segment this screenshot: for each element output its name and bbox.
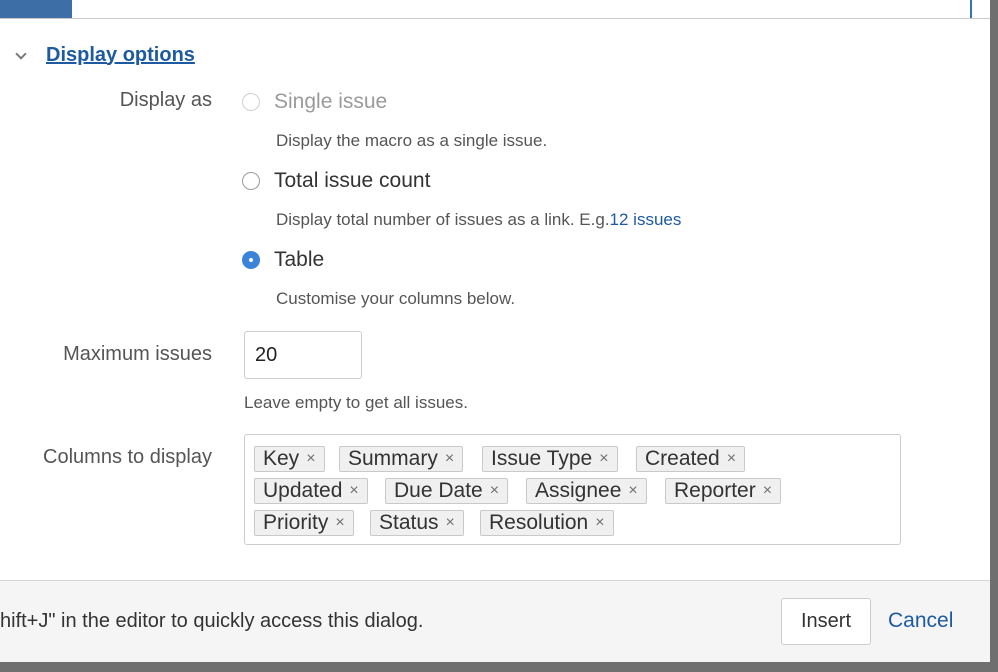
tag-label: Assignee: [535, 479, 622, 502]
macro-dialog: Display options Display as Single issue …: [0, 0, 990, 662]
remove-tag-icon[interactable]: ×: [446, 514, 455, 532]
remove-tag-icon[interactable]: ×: [763, 482, 772, 500]
column-tag-status: Status ×: [370, 510, 464, 536]
example-issues-link[interactable]: 12 issues: [610, 210, 682, 229]
radio-single-issue-button[interactable]: [242, 93, 260, 111]
column-tag-summary: Summary ×: [339, 446, 464, 472]
remove-tag-icon[interactable]: ×: [306, 450, 315, 468]
radio-single-issue[interactable]: Single issue: [242, 89, 387, 115]
radio-total-issue-count-button[interactable]: [242, 172, 260, 190]
chevron-down-icon[interactable]: [16, 50, 26, 60]
total-issue-count-description: Display total number of issues as a link…: [276, 210, 681, 230]
tag-label: Reporter: [674, 479, 756, 502]
display-options-link[interactable]: Display options: [46, 44, 195, 67]
column-tag-resolution: Resolution ×: [480, 510, 614, 536]
columns-to-display-label: Columns to display: [43, 446, 212, 468]
column-tag-assignee: Assignee ×: [526, 478, 647, 504]
column-tag-key: Key ×: [254, 446, 325, 472]
dialog-footer: hift+J" in the editor to quickly access …: [0, 580, 990, 662]
columns-tag-input[interactable]: Key × Summary × Issue Type × Created × Updat…: [244, 434, 901, 545]
display-as-label: Display as: [119, 89, 212, 111]
tag-label: Priority: [263, 511, 329, 534]
tag-label: Issue Type: [491, 447, 593, 470]
column-tag-reporter: Reporter ×: [665, 478, 782, 504]
radio-total-issue-count-label: Total issue count: [274, 169, 431, 192]
radio-table-label: Table: [274, 248, 325, 271]
selected-macro-tab-edge[interactable]: [0, 0, 72, 18]
maximum-issues-label: Maximum issues: [63, 343, 212, 365]
table-description: Customise your columns below.: [276, 289, 516, 308]
maximum-issues-hint: Leave empty to get all issues.: [244, 393, 468, 412]
tag-label: Status: [379, 511, 439, 534]
tag-label: Resolution: [489, 511, 589, 534]
column-tag-priority: Priority ×: [254, 510, 354, 536]
keyboard-shortcut-tip: hift+J" in the editor to quickly access …: [0, 610, 424, 632]
insert-button[interactable]: Insert: [781, 598, 871, 645]
tag-label: Key: [263, 447, 300, 470]
radio-table-button[interactable]: [242, 251, 260, 269]
cancel-link[interactable]: Cancel: [888, 609, 953, 633]
maximum-issues-input[interactable]: [244, 331, 362, 379]
remove-tag-icon[interactable]: ×: [727, 450, 736, 468]
tag-label: Created: [645, 447, 720, 470]
remove-tag-icon[interactable]: ×: [349, 482, 358, 500]
tag-label: Updated: [263, 479, 343, 502]
display-options-toggle[interactable]: Display options: [16, 40, 195, 70]
remove-tag-icon[interactable]: ×: [490, 482, 499, 500]
tag-label: Due Date: [394, 479, 483, 502]
remove-tag-icon[interactable]: ×: [445, 450, 454, 468]
radio-single-issue-label: Single issue: [274, 90, 388, 113]
tag-label: Summary: [348, 447, 438, 470]
dialog-top-strip: [0, 0, 990, 19]
remove-tag-icon[interactable]: ×: [595, 514, 604, 532]
panel-border: [970, 0, 972, 18]
remove-tag-icon[interactable]: ×: [335, 514, 344, 532]
single-issue-description: Display the macro as a single issue.: [276, 131, 548, 150]
remove-tag-icon[interactable]: ×: [628, 482, 637, 500]
remove-tag-icon[interactable]: ×: [599, 450, 608, 468]
column-tag-due-date: Due Date ×: [385, 478, 509, 504]
radio-table[interactable]: Table: [242, 247, 324, 273]
column-tag-updated: Updated ×: [254, 478, 368, 504]
column-tag-issue-type: Issue Type ×: [482, 446, 618, 472]
radio-total-issue-count[interactable]: Total issue count: [242, 168, 430, 194]
total-count-description-text: Display total number of issues as a link…: [276, 210, 610, 229]
column-tag-created: Created ×: [636, 446, 746, 472]
